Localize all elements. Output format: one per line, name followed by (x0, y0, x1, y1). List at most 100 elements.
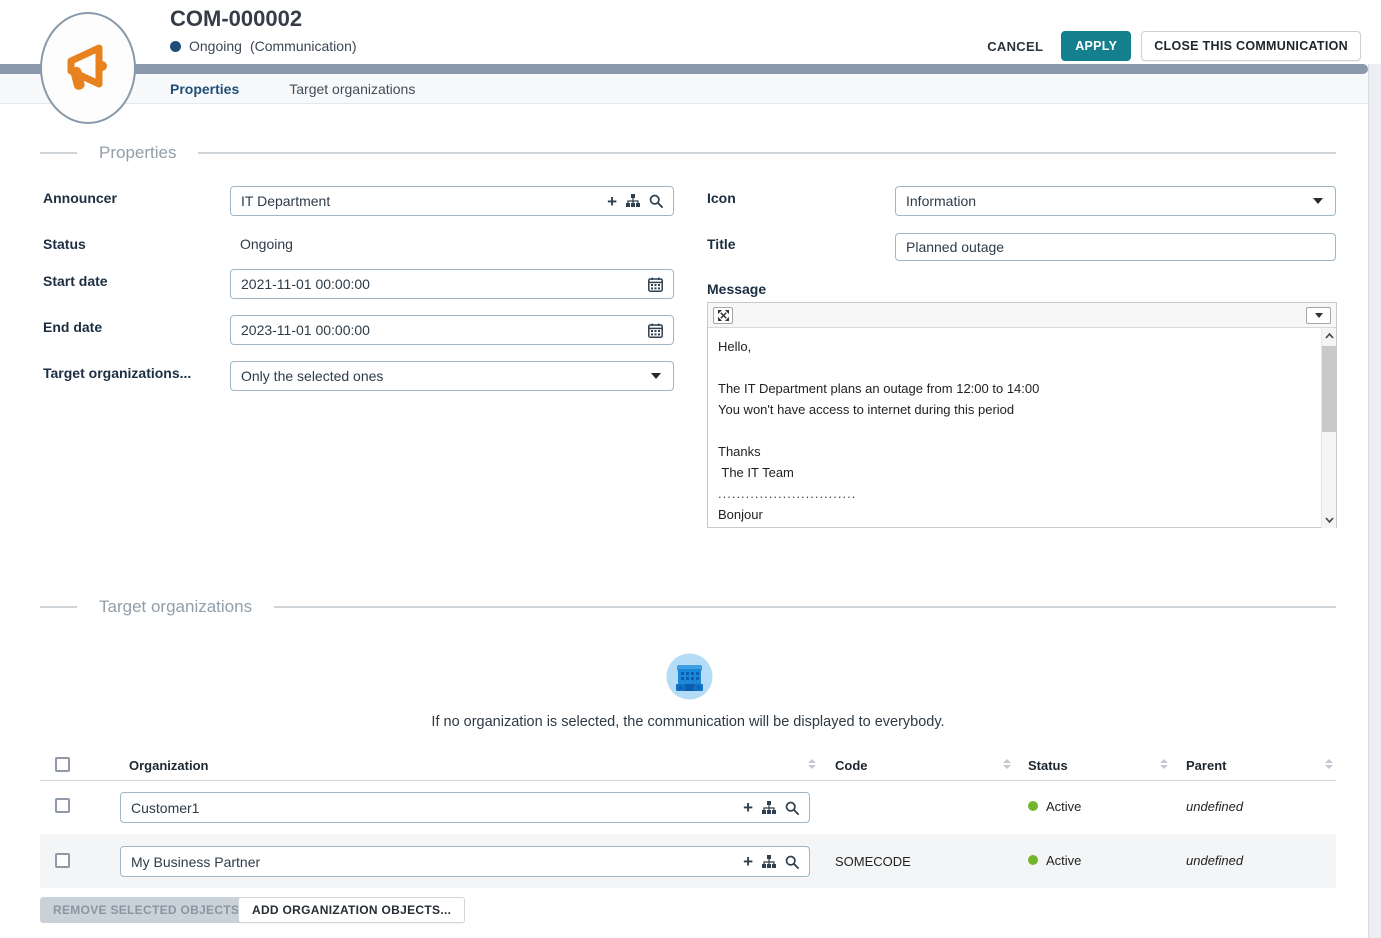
column-header-code[interactable]: Code (835, 758, 868, 773)
parent-cell: undefined (1186, 799, 1243, 814)
create-icon[interactable]: + (743, 853, 753, 870)
row-checkbox[interactable] (55, 798, 70, 813)
scroll-up-icon[interactable] (1322, 328, 1336, 344)
properties-section-legend: Properties (40, 143, 1336, 163)
icon-select[interactable]: Information (895, 186, 1336, 216)
editor-toolbar (708, 303, 1336, 328)
active-status-dot (1028, 801, 1038, 811)
sort-icon[interactable] (1003, 759, 1011, 769)
target-orgs-mode-label: Target organizations... (43, 365, 191, 381)
create-icon[interactable]: + (743, 799, 753, 816)
class-name-label: (Communication) (250, 38, 357, 54)
org-table-header: Organization Code Status Parent (40, 750, 1336, 781)
scroll-down-icon[interactable] (1322, 512, 1336, 528)
icon-select-value: Information (906, 193, 976, 209)
hierarchy-icon[interactable] (626, 194, 640, 208)
add-organization-objects-button[interactable]: ADD ORGANIZATION OBJECTS... (238, 897, 465, 923)
code-cell: SOMECODE (835, 854, 911, 869)
target-orgs-section-legend: Target organizations (40, 597, 1336, 617)
chevron-down-icon (1313, 198, 1323, 204)
organization-icon (666, 653, 713, 700)
active-status-dot (1028, 855, 1038, 865)
sort-icon[interactable] (1160, 759, 1168, 769)
message-label: Message (707, 281, 766, 297)
search-icon[interactable] (785, 855, 799, 869)
communication-detail-page: COM-000002 Ongoing (Communication) CANCE… (0, 0, 1381, 938)
title-field-label: Title (707, 236, 736, 252)
start-date-input[interactable] (231, 276, 648, 292)
title-input[interactable] (896, 239, 1335, 255)
editor-scrollbar[interactable] (1321, 328, 1336, 528)
row-checkbox[interactable] (55, 853, 70, 868)
organization-picker-tools: + (743, 799, 809, 816)
column-header-organization[interactable]: Organization (129, 758, 208, 773)
end-date-field (230, 315, 674, 345)
communication-avatar (40, 12, 136, 124)
end-date-input[interactable] (231, 322, 648, 338)
hierarchy-icon[interactable] (762, 801, 776, 815)
tab-target-organizations[interactable]: Target organizations (289, 81, 415, 97)
search-icon[interactable] (785, 801, 799, 815)
object-status-line: Ongoing (Communication) (170, 38, 357, 54)
start-date-field (230, 269, 674, 299)
announcer-field: + (230, 186, 674, 216)
status-field-value: Ongoing (240, 236, 293, 252)
header-actions: CANCEL APPLY CLOSE THIS COMMUNICATION (979, 31, 1361, 61)
target-orgs-section-title: Target organizations (99, 597, 252, 617)
organization-picker-field: + (120, 792, 810, 823)
status-cell: Active (1046, 853, 1081, 868)
create-icon[interactable]: + (607, 193, 617, 210)
sort-icon[interactable] (1325, 759, 1333, 769)
column-header-parent[interactable]: Parent (1186, 758, 1226, 773)
announcer-label: Announcer (43, 190, 117, 206)
end-date-label: End date (43, 319, 102, 335)
maximize-icon (718, 310, 729, 321)
scrollbar-thumb[interactable] (1322, 346, 1336, 432)
maximize-editor-button[interactable] (713, 307, 733, 324)
status-cell: Active (1046, 799, 1081, 814)
apply-button[interactable]: APPLY (1061, 31, 1131, 61)
end-date-tools (648, 323, 673, 338)
org-table-row: + SOMECODE Active undefined (40, 834, 1336, 888)
close-communication-button[interactable]: CLOSE THIS COMMUNICATION (1141, 31, 1361, 61)
cancel-button[interactable]: CANCEL (979, 33, 1051, 60)
chevron-down-icon (1315, 313, 1323, 318)
calendar-icon[interactable] (648, 323, 663, 338)
calendar-icon[interactable] (648, 277, 663, 292)
toolbar-collapse-dropdown[interactable] (1306, 307, 1331, 324)
tab-bar: Properties Target organizations (0, 74, 1368, 104)
status-dot (170, 41, 181, 52)
properties-section-title: Properties (99, 143, 176, 163)
select-all-checkbox[interactable] (55, 757, 70, 772)
search-icon[interactable] (649, 194, 663, 208)
page-scroll-gutter[interactable] (1368, 64, 1381, 938)
hierarchy-icon[interactable] (762, 855, 776, 869)
target-orgs-mode-value: Only the selected ones (241, 368, 383, 384)
start-date-tools (648, 277, 673, 292)
parent-cell: undefined (1186, 853, 1243, 868)
message-text: Hello, The IT Department plans an outage… (708, 328, 1336, 525)
announcer-input[interactable] (231, 193, 607, 209)
target-orgs-mode-select[interactable]: Only the selected ones (230, 361, 674, 391)
announcer-field-tools: + (607, 193, 673, 210)
chevron-down-icon (651, 373, 661, 379)
message-rich-editor: Hello, The IT Department plans an outage… (707, 302, 1337, 528)
status-label: Ongoing (189, 38, 242, 54)
status-field-label: Status (43, 236, 86, 252)
legend-line (40, 152, 77, 154)
megaphone-icon (59, 39, 117, 97)
legend-line (274, 606, 1336, 608)
legend-line (40, 606, 77, 608)
column-header-status[interactable]: Status (1028, 758, 1068, 773)
organization-picker-input[interactable] (121, 854, 743, 870)
page-title: COM-000002 (170, 6, 302, 32)
tab-properties[interactable]: Properties (170, 81, 239, 97)
organization-picker-tools: + (743, 853, 809, 870)
org-table-row: + Active undefined (40, 781, 1336, 834)
title-field (895, 233, 1336, 261)
start-date-label: Start date (43, 273, 108, 289)
message-editor-body[interactable]: Hello, The IT Department plans an outage… (708, 328, 1336, 528)
sort-icon[interactable] (808, 759, 816, 769)
remove-selected-objects-button[interactable]: REMOVE SELECTED OBJECTS (40, 897, 252, 923)
organization-picker-input[interactable] (121, 800, 743, 816)
